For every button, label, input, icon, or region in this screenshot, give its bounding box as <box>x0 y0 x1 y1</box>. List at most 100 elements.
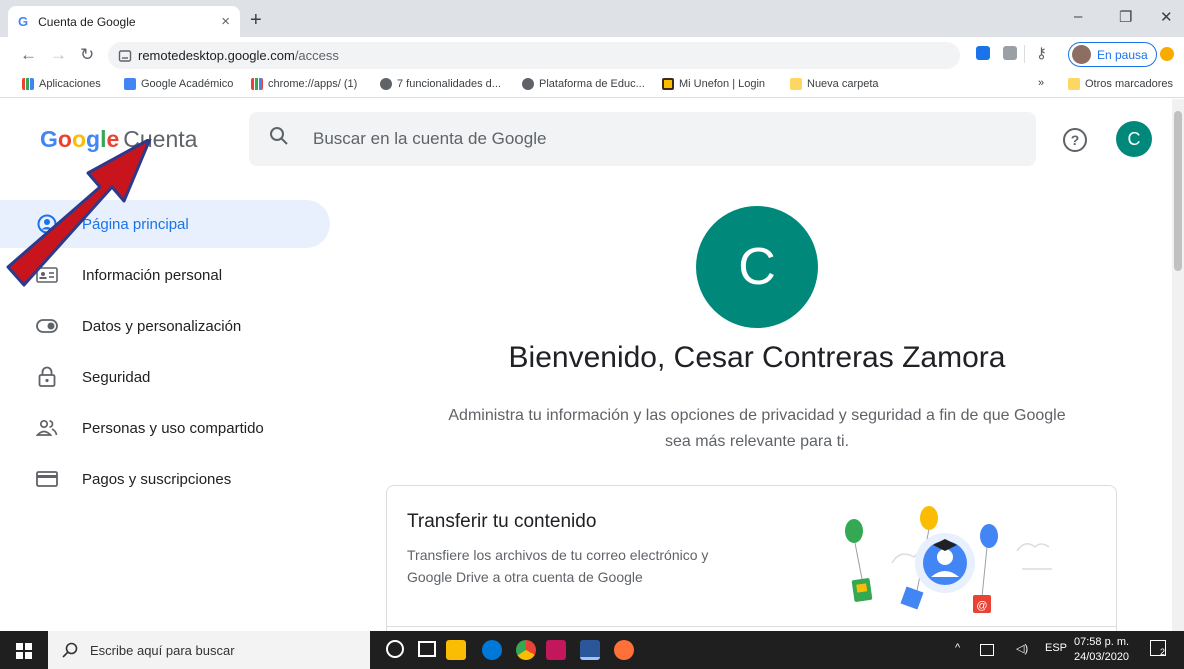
card-divider <box>387 626 1116 627</box>
windows-start-icon[interactable] <box>16 643 32 659</box>
google-logo-text: Google <box>40 126 120 152</box>
people-icon <box>36 417 58 439</box>
google-account-logo[interactable]: Google Cuenta <box>40 126 197 153</box>
extension-zoom-icon[interactable] <box>976 46 990 60</box>
google-favicon-icon: G <box>18 14 29 29</box>
network-icon[interactable] <box>980 644 994 656</box>
apps-grid-icon <box>22 78 34 90</box>
sidebar-item-datos-personalizacion[interactable]: Datos y personalización <box>0 302 330 350</box>
sidebar-item-label: Página principal <box>82 215 189 233</box>
file-explorer-icon[interactable] <box>446 640 466 660</box>
unefon-icon <box>662 78 674 90</box>
sidebar-item-pagina-principal[interactable]: Página principal <box>0 200 330 248</box>
sidebar-item-seguridad[interactable]: Seguridad <box>0 353 330 401</box>
clock-date: 24/03/2020 <box>1074 651 1130 663</box>
word-icon[interactable] <box>580 640 600 660</box>
tab-cuenta-de-google[interactable]: G Cuenta de Google × <box>8 6 240 37</box>
tab-close-button[interactable]: × <box>221 13 230 30</box>
folder-icon <box>790 78 802 90</box>
bookmark-nueva-carpeta[interactable]: Nueva carpeta <box>790 78 879 90</box>
taskbar-search-placeholder: Escribe aquí para buscar <box>90 642 235 658</box>
cortana-icon[interactable] <box>386 640 404 658</box>
tab-strip: G Cuenta de Google × + – ❐ ✕ <box>0 0 1184 37</box>
url-path: /access <box>294 48 339 63</box>
toggle-icon <box>36 315 58 337</box>
taskbar-search-input[interactable]: Escribe aquí para buscar <box>48 631 370 669</box>
scholar-icon <box>124 78 136 90</box>
notification-center-icon[interactable]: 2 <box>1150 640 1166 657</box>
card-description: Transfiere los archivos de tu correo ele… <box>407 544 807 588</box>
account-circle-icon <box>36 213 58 235</box>
help-icon[interactable]: ? <box>1063 128 1087 152</box>
address-bar[interactable]: remotedesktop.google.com/access <box>108 42 960 69</box>
task-view-icon[interactable] <box>418 641 436 657</box>
bookmark-label: chrome://apps/ (1) <box>268 78 358 90</box>
credit-card-icon <box>36 468 58 490</box>
firefox-icon[interactable] <box>614 640 634 660</box>
sidebar-item-label: Datos y personalización <box>82 317 242 335</box>
sidebar-item-label: Seguridad <box>82 368 151 386</box>
transfer-illustration-icon: @ <box>845 506 1052 613</box>
tray-overflow-icon[interactable]: ^ <box>955 642 960 654</box>
account-search-input[interactable]: Buscar en la cuenta de Google <box>249 112 1036 166</box>
forward-arrow-icon[interactable]: → <box>50 45 67 65</box>
search-placeholder: Buscar en la cuenta de Google <box>313 129 547 148</box>
bookmark-7-funcionalidades[interactable]: 7 funcionalidades d... <box>380 78 501 90</box>
tab-title: Cuenta de Google <box>38 14 136 29</box>
bookmark-label: Mi Unefon | Login <box>679 78 766 90</box>
close-window-button[interactable]: ✕ <box>1160 8 1173 26</box>
bookmark-chrome-apps[interactable]: chrome://apps/ (1) <box>251 78 357 90</box>
minimize-button[interactable]: – <box>1074 8 1082 25</box>
account-avatar[interactable]: C <box>1116 121 1152 157</box>
globe-icon <box>522 78 534 90</box>
bookmark-label: Google Académico <box>141 78 234 90</box>
bookmark-aplicaciones[interactable]: Aplicaciones <box>22 78 101 90</box>
welcome-subtitle: Administra tu información y las opciones… <box>386 403 1128 455</box>
restore-button[interactable]: ❐ <box>1119 8 1132 26</box>
update-menu-icon[interactable] <box>1160 47 1174 61</box>
bookmark-otros-marcadores[interactable]: Otros marcadores <box>1068 78 1173 90</box>
mendeley-icon[interactable] <box>546 640 566 660</box>
bookmark-label: Plataforma de Educ... <box>539 78 645 90</box>
bookmarks-overflow-button[interactable]: » <box>1038 77 1044 89</box>
subtitle-line-2: sea más relevante para ti. <box>664 433 850 450</box>
svg-text:@: @ <box>976 600 987 612</box>
edge-icon[interactable] <box>482 640 502 660</box>
windows-taskbar: Escribe aquí para buscar ^ ◁) ESP 07:58 … <box>0 631 1184 669</box>
folder-icon <box>1068 78 1080 90</box>
toolbar-divider <box>1024 45 1025 63</box>
language-indicator[interactable]: ESP <box>1045 642 1067 654</box>
bookmark-label: Nueva carpeta <box>807 78 879 90</box>
sidebar-item-pagos-suscripciones[interactable]: Pagos y suscripciones <box>0 455 330 503</box>
reload-icon[interactable]: ↻ <box>80 45 94 65</box>
transfer-content-card[interactable]: Transferir tu contenido Transfiere los a… <box>386 485 1117 631</box>
extension-flag-icon[interactable] <box>1003 46 1017 60</box>
back-arrow-icon[interactable]: ← <box>20 45 37 65</box>
scrollbar-thumb[interactable] <box>1174 111 1182 271</box>
clock-time: 07:58 p. m. <box>1074 636 1130 648</box>
search-icon <box>269 126 289 152</box>
page-scrollbar[interactable] <box>1172 99 1184 631</box>
card-desc-line-2: Google Drive a otra cuenta de Google <box>407 569 643 585</box>
volume-icon[interactable]: ◁) <box>1016 642 1028 655</box>
bookmark-google-academico[interactable]: Google Académico <box>124 78 233 90</box>
key-icon[interactable]: ⚷ <box>1036 44 1047 62</box>
sidebar-item-personas-uso-compartido[interactable]: Personas y uso compartido <box>0 404 330 452</box>
bookmark-plataforma-educ[interactable]: Plataforma de Educ... <box>522 78 645 90</box>
google-account-page: Google Cuenta Buscar en la cuenta de Goog… <box>0 99 1172 631</box>
taskbar-clock[interactable]: 07:58 p. m. 24/03/2020 <box>1074 635 1129 665</box>
url-host: remotedesktop.google.com <box>138 48 295 63</box>
page-info-icon[interactable] <box>118 49 132 63</box>
profile-avatar[interactable]: C <box>696 206 818 328</box>
sidebar-item-label: Información personal <box>82 266 223 284</box>
lock-icon <box>36 366 58 388</box>
profile-photo-icon <box>1072 45 1091 64</box>
chrome-icon[interactable] <box>516 640 536 660</box>
bookmark-mi-unefon[interactable]: Mi Unefon | Login <box>662 78 765 90</box>
new-tab-button[interactable]: + <box>250 9 262 32</box>
sidebar-item-informacion-personal[interactable]: Información personal <box>0 251 330 299</box>
bookmark-label: 7 funcionalidades d... <box>397 78 501 90</box>
card-desc-line-1: Transfiere los archivos de tu correo ele… <box>407 547 709 563</box>
profile-paused-button[interactable]: En pausa <box>1068 42 1157 67</box>
sidebar-item-label: Pagos y suscripciones <box>82 470 232 488</box>
